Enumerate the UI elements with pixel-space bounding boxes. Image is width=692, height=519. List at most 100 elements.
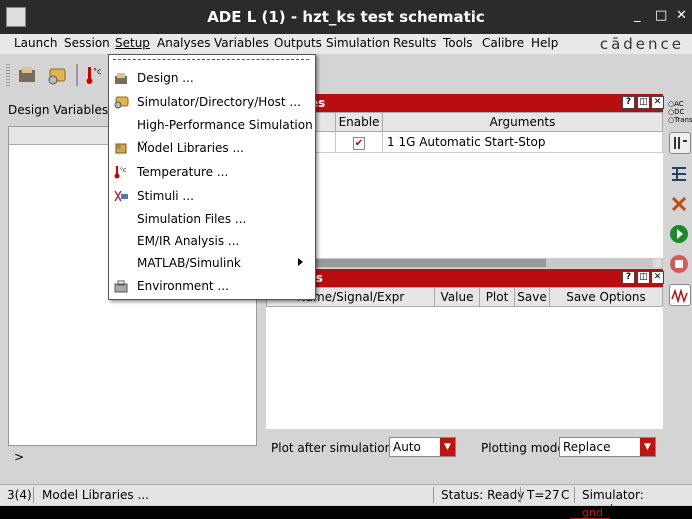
menu-variables[interactable]: Variables bbox=[214, 36, 269, 50]
panel-close-icon[interactable]: ✕ bbox=[651, 96, 664, 109]
outputs-panel: ts ? ◫ ✕ Name/Signal/Expr Value Plot Sav… bbox=[266, 269, 664, 429]
enable-checkbox[interactable]: ✔ bbox=[335, 131, 383, 153]
status-message: Model Libraries ... bbox=[42, 488, 149, 502]
radio-trans[interactable]: ○Trans bbox=[668, 116, 692, 124]
close-window-button[interactable]: ✕ bbox=[676, 8, 687, 23]
maximize-button[interactable]: □ bbox=[655, 8, 667, 23]
temperature-icon: °c bbox=[113, 165, 129, 179]
menu-session[interactable]: Session bbox=[64, 36, 110, 50]
choose-analyses-button[interactable] bbox=[669, 132, 691, 154]
toolbar-separator bbox=[76, 64, 78, 86]
stop-simulation-button[interactable] bbox=[669, 254, 689, 274]
value-column-header[interactable]: Value bbox=[434, 287, 480, 307]
stop-icon bbox=[670, 255, 688, 273]
menu-item-model-libraries[interactable]: Model Libraries ... bbox=[109, 138, 315, 160]
menu-item-matlab-simulink[interactable]: MATLAB/Simulink bbox=[109, 253, 315, 275]
delete-x-icon bbox=[671, 196, 687, 212]
menu-launch[interactable]: Launch bbox=[14, 36, 57, 50]
netlist-icon bbox=[672, 167, 686, 181]
wave-params-icon bbox=[674, 137, 687, 149]
status-temperature-unit: C bbox=[561, 488, 570, 502]
simulator-icon bbox=[113, 95, 129, 109]
design-toolbar-button[interactable] bbox=[16, 64, 38, 86]
design-variables-prompt: > bbox=[14, 450, 25, 464]
plot-outputs-button[interactable] bbox=[669, 284, 691, 306]
status-separator bbox=[433, 487, 434, 503]
design-icon bbox=[113, 71, 129, 85]
temperature-toolbar-button[interactable]: °c bbox=[84, 64, 106, 86]
right-toolbar: ○AC ○DC ○Trans bbox=[666, 98, 692, 478]
menu-simulation[interactable]: Simulation bbox=[326, 36, 390, 50]
chevron-down-icon: ▼ bbox=[440, 438, 455, 456]
menubar: Launch Session Setup Analyses Variables … bbox=[0, 34, 692, 54]
menu-item-design[interactable]: Design ... bbox=[109, 68, 315, 90]
simulator-icon bbox=[48, 68, 66, 85]
status-count: 3(4) bbox=[7, 488, 32, 502]
enable-column-header[interactable]: Enable bbox=[335, 112, 383, 132]
outputs-table: Name/Signal/Expr Value Plot Save Save Op… bbox=[266, 287, 663, 307]
save-options-column-header[interactable]: Save Options bbox=[549, 287, 663, 307]
radio-ac[interactable]: ○AC bbox=[668, 100, 692, 108]
menu-calibre[interactable]: Calibre bbox=[482, 36, 524, 50]
statusbar: 3(4) Model Libraries ... Status: Ready T… bbox=[0, 484, 692, 516]
radio-dc[interactable]: ○DC bbox=[668, 108, 692, 116]
menu-setup[interactable]: Setup bbox=[115, 36, 150, 50]
temperature-icon: °c bbox=[86, 67, 101, 84]
design-variables-label: Design Variables bbox=[8, 103, 109, 117]
window-title: ADE L (1) - hzt_ks test schematic bbox=[207, 8, 485, 26]
stimuli-icon bbox=[113, 189, 129, 203]
menu-tearoff[interactable] bbox=[113, 59, 309, 60]
design-icon bbox=[19, 67, 35, 82]
status-separator bbox=[574, 487, 575, 503]
setup-menu-dropdown: Design ... Simulator/Directory/Host ... … bbox=[108, 54, 316, 300]
menu-item-temperature[interactable]: °c Temperature ... bbox=[109, 162, 315, 184]
scrollbar-thumb[interactable] bbox=[296, 259, 546, 267]
analyses-table: Type Enable Arguments ✔ 1 1G Automatic S… bbox=[266, 112, 663, 153]
help-icon[interactable]: ? bbox=[622, 96, 635, 109]
window-titlebar: ADE L (1) - hzt_ks test schematic _ □ ✕ bbox=[0, 0, 692, 34]
menu-tools[interactable]: Tools bbox=[443, 36, 473, 50]
menu-item-em-ir-analysis[interactable]: EM/IR Analysis ... bbox=[109, 231, 315, 253]
plot-column-header[interactable]: Plot bbox=[479, 287, 515, 307]
menu-item-stimuli[interactable]: Stimuli ... bbox=[109, 186, 315, 208]
outputs-panel-title: ts ? ◫ ✕ bbox=[266, 269, 664, 287]
menu-help[interactable]: Help bbox=[531, 36, 558, 50]
menu-analyses[interactable]: Analyses bbox=[157, 36, 211, 50]
plotting-mode-select[interactable]: Replace ▼ bbox=[559, 437, 656, 457]
status-separator bbox=[520, 487, 521, 503]
float-icon[interactable]: ◫ bbox=[637, 96, 650, 109]
menu-item-simulation-files[interactable]: Simulation Files ... bbox=[109, 209, 315, 231]
main-window: Launch Session Setup Analyses Variables … bbox=[0, 34, 692, 516]
netlist-button[interactable] bbox=[669, 164, 689, 184]
float-icon[interactable]: ◫ bbox=[637, 271, 650, 284]
waveform-icon bbox=[671, 288, 688, 304]
delete-button[interactable] bbox=[669, 194, 689, 214]
menu-results[interactable]: Results bbox=[393, 36, 436, 50]
help-icon[interactable]: ? bbox=[622, 271, 635, 284]
chevron-down-icon: ▼ bbox=[640, 438, 655, 456]
toolbar: °c bbox=[0, 54, 692, 96]
menu-outputs[interactable]: Outputs bbox=[274, 36, 322, 50]
simulator-toolbar-button[interactable] bbox=[46, 64, 68, 86]
menu-item-high-performance-simulation[interactable]: High-Performance Simulation ... bbox=[109, 115, 315, 146]
menu-item-simulator-directory-host[interactable]: Simulator/Directory/Host ... bbox=[109, 92, 315, 114]
run-simulation-button[interactable] bbox=[669, 224, 689, 244]
plot-after-simulation-label: Plot after simulation: bbox=[271, 441, 397, 455]
menu-item-environment[interactable]: Environment ... bbox=[109, 276, 315, 298]
analysis-type-radio-group[interactable]: ○AC ○DC ○Trans bbox=[668, 100, 692, 124]
panel-close-icon[interactable]: ✕ bbox=[651, 271, 664, 284]
cadence-logo: cādence bbox=[599, 35, 684, 53]
status-temperature: T=27 bbox=[527, 488, 560, 502]
model-libraries-icon bbox=[113, 141, 129, 155]
status-ready: Status: Ready bbox=[441, 488, 525, 502]
scroll-right-icon[interactable] bbox=[653, 259, 661, 267]
table-row[interactable]: ✔ 1 1G Automatic Start-Stop bbox=[266, 131, 663, 153]
plotting-mode-label: Plotting mode: bbox=[481, 441, 569, 455]
plot-after-simulation-select[interactable]: Auto ▼ bbox=[389, 437, 456, 457]
horizontal-scrollbar[interactable] bbox=[266, 258, 663, 268]
analyses-panel-title: es ? ◫ ✕ bbox=[266, 94, 664, 112]
minimize-button[interactable]: _ bbox=[634, 8, 641, 23]
save-column-header[interactable]: Save bbox=[514, 287, 550, 307]
svg-text:°c: °c bbox=[120, 167, 126, 174]
arguments-column-header[interactable]: Arguments bbox=[382, 112, 663, 132]
